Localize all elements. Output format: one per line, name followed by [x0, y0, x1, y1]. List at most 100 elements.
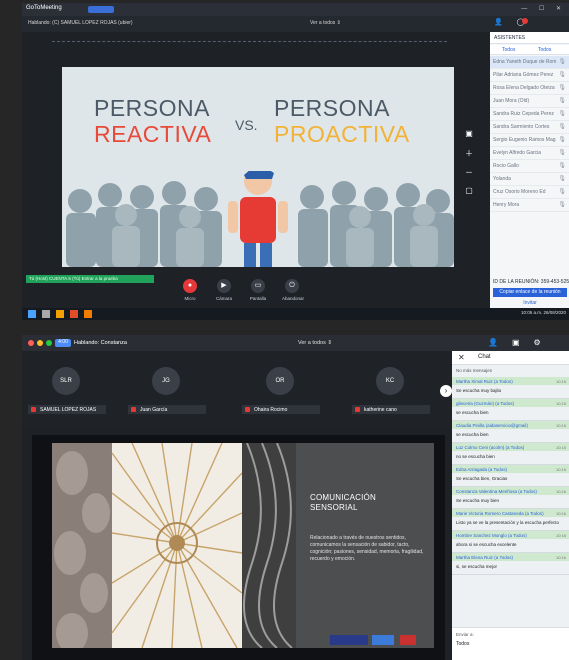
thumbnail-strip	[52, 41, 447, 45]
files-icon[interactable]	[56, 310, 64, 318]
chat-panel: ✕ Chat No más mensajes Martha Ximal Ruiz…	[452, 351, 569, 660]
avatar: SLR	[52, 367, 80, 395]
leave-control[interactable]: ⏻ Abandonar	[282, 279, 304, 301]
right-tool-rail[interactable]: ▣ ＋ － ▢	[462, 129, 476, 209]
list-item[interactable]: Cruz Osorio Moreno Ed 🎙	[490, 186, 569, 199]
avatar: JG	[152, 367, 180, 395]
notification-dot	[522, 18, 528, 24]
camera-label: Cámara	[215, 296, 232, 301]
copy-link-button[interactable]: Copiar enlace de la reunión	[493, 288, 567, 297]
participant-tile[interactable]: KC katherine cano	[352, 367, 430, 415]
mic-muted-icon: 🎙	[558, 59, 566, 65]
send-to-select[interactable]: Todos	[456, 641, 469, 647]
title-bar: GoToMeeting — ☐ ✕	[22, 3, 569, 16]
slide-heading: COMUNICACIÓN SENSORIAL	[310, 493, 376, 512]
top-icons[interactable]: 👤▣⚙	[488, 338, 555, 347]
chat-message: Edna Arriagada (a Todos) 10:15 Se escucha …	[452, 465, 569, 487]
search-icon[interactable]	[42, 310, 50, 318]
chat-input-area[interactable]: Enviar a: Todos	[452, 627, 569, 660]
tab-host[interactable]: Todos	[538, 47, 551, 53]
os-taskbar: 10:05 a.m. 26/08/2020	[22, 308, 569, 320]
participant-tiles: SLR SAMUEL LOPEZ ROJAS JG Juan García OR…	[22, 351, 452, 427]
zoom-out-icon[interactable]: －	[462, 167, 476, 181]
tile-name: katherine cano	[352, 405, 430, 414]
chat-message: Hombre Sanchez Monglo (a Todos) 10:16 ahor…	[452, 531, 569, 553]
crowd-illustration	[66, 171, 454, 267]
meeting-subbar: Hablando: (C) SAMUEL LOPEZ ROJAS (ubier)…	[22, 16, 569, 32]
chat-message: Martha Elena Ruiz (a Todos) 10:16 si, se e…	[452, 553, 569, 575]
view-all-toggle[interactable]: Ver a todos ⇕	[310, 20, 341, 26]
logo-icon	[330, 635, 368, 645]
view-all-toggle[interactable]: Ver a todos ⇕	[298, 340, 332, 346]
institution-logos	[330, 633, 420, 647]
time-badge: 4:00	[55, 339, 71, 347]
list-item[interactable]: Rocio Gallo 🎙	[490, 160, 569, 173]
mic-control[interactable]: ● Micro	[180, 279, 200, 301]
avatar: OR	[266, 367, 294, 395]
screen-label: Pantalla	[249, 296, 267, 301]
mic-muted-icon: 🎙	[558, 98, 566, 104]
mic-muted-icon: 🎙	[558, 189, 566, 195]
next-page-icon[interactable]: ›	[440, 385, 452, 397]
camera-control-icon[interactable]: ▶	[217, 279, 231, 293]
window-controls[interactable]: — ☐ ✕	[521, 5, 566, 12]
mic-muted-icon	[355, 407, 360, 412]
chat-message: gileceria (Guzmán) (a Todos) 10:15 se escu…	[452, 399, 569, 421]
list-item[interactable]: Juan Mora (Old) 🎙	[490, 95, 569, 108]
camera-control[interactable]: ▶ Cámara	[214, 279, 234, 301]
list-item[interactable]: Sergio Eugenio Ramos Mag 🎙	[490, 134, 569, 147]
slide-line2-left: REACTIVA	[94, 121, 212, 147]
list-item[interactable]: Sandra Ruiz Cepeda Perez 🎙	[490, 108, 569, 121]
list-item[interactable]: Yolanda 🎙	[490, 173, 569, 186]
mic-muted-icon: 🎙	[558, 163, 566, 169]
chat-message: Luz Colmo Ceni (acolm) (a Todos) 10:15 no …	[452, 443, 569, 465]
active-speaker: Hablando: Constanza	[74, 340, 127, 346]
list-item[interactable]: Sandra Sarmiento Cortes 🎙	[490, 121, 569, 134]
chat-message: Claudia Pinilla (aidaservicio@gmail) 10:1…	[452, 421, 569, 443]
participant-tile[interactable]: OR Ohaira Rocimo	[242, 367, 320, 415]
chat-message: Constanza Valentina Meriñosa (a Todos) 10…	[452, 487, 569, 509]
status-badge[interactable]	[88, 6, 114, 13]
mic-muted-icon: 🎙	[558, 111, 566, 117]
mic-muted-icon: 🎙	[558, 124, 566, 130]
list-item[interactable]: Rosa Elena Delgado Oteiza 🎙	[490, 82, 569, 95]
chat-message: Martha Ximal Ruiz (a Todos) 10:15 Se escuc…	[452, 377, 569, 399]
meeting-id: ID DE LA REUNIÓN: 359-453-525	[493, 279, 569, 285]
close-icon[interactable]: ✕	[458, 353, 465, 362]
logo-icon	[400, 635, 416, 645]
app-icon[interactable]	[84, 310, 92, 318]
screen-icon[interactable]: ▭	[251, 279, 265, 293]
meeting-screenshot-2: 4:00 Hablando: Constanza Ver a todos ⇕ 👤…	[22, 335, 569, 660]
screen-control[interactable]: ▭ Pantalla	[248, 279, 268, 301]
mic-muted-icon: 🎙	[558, 202, 566, 208]
slide-body: Relacionado a través de nuestros sentido…	[310, 535, 424, 562]
fit-icon[interactable]: ▢	[462, 186, 476, 200]
invite-link[interactable]: Invitar	[493, 300, 567, 308]
mic-muted-icon	[131, 407, 136, 412]
participant-tile[interactable]: JG Juan García	[128, 367, 206, 415]
mic-muted-icon	[245, 407, 250, 412]
slide-line1-left: PERSONA	[94, 95, 210, 121]
list-item[interactable]: Pilar Adriana Gómez Perez 🎙	[490, 69, 569, 82]
list-item[interactable]: Henry Mora 🎙	[490, 199, 569, 212]
slide-line2-right: PROACTIVA	[274, 121, 410, 147]
start-icon[interactable]	[28, 310, 36, 318]
tile-name: Ohaira Rocimo	[242, 405, 320, 414]
tile-name: SAMUEL LOPEZ ROJAS	[28, 405, 106, 414]
participant-tile[interactable]: SLR SAMUEL LOPEZ ROJAS	[28, 367, 106, 415]
slide-text-panel: COMUNICACIÓN SENSORIAL Relacionado a tra…	[296, 443, 434, 648]
mic-icon[interactable]: ●	[183, 279, 197, 293]
app-title: GoToMeeting	[26, 5, 62, 11]
textures-photo	[52, 443, 297, 648]
zoom-in-icon[interactable]: ＋	[462, 148, 476, 162]
camera-icon[interactable]: ▣	[462, 129, 476, 143]
leave-icon[interactable]: ⏻	[285, 279, 299, 293]
mic-label: Micro	[184, 296, 196, 301]
browser-icon[interactable]	[70, 310, 78, 318]
slide-line1-right: PERSONA	[274, 95, 390, 121]
list-item[interactable]: Edna Yaneth Duque de Rom 🎙	[490, 56, 569, 69]
tab-all[interactable]: Todos	[502, 47, 515, 53]
mic-muted-icon: 🎙	[558, 85, 566, 91]
chat-message: Marie Victoria Romero Castaneda (a Todos…	[452, 509, 569, 531]
list-item[interactable]: Evelyn Alfredo Garcia 🎙	[490, 147, 569, 160]
